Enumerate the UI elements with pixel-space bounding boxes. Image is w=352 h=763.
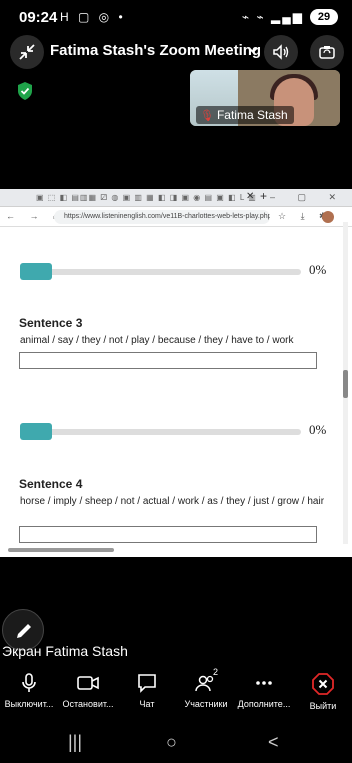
slider-thumb[interactable] [20, 263, 52, 280]
progress-percent-mid: 0% [309, 422, 327, 437]
system-nav-bar: ||| ○ < [0, 724, 352, 763]
home-icon[interactable]: ○ [166, 732, 177, 753]
status-bar: 09:24 H ▢ ◎ • ⌁ ⌁ ▂▄▆ 29 [0, 0, 352, 34]
more-dots-icon [256, 681, 272, 685]
camera-switch-icon [319, 46, 335, 59]
progress-percent-top: 0% [309, 262, 327, 277]
progress-slider-mid[interactable] [20, 423, 301, 440]
signal-icons: ⌁ ⌁ ▂▄▆ [241, 10, 304, 24]
horizontal-scrollbar[interactable] [8, 548, 114, 552]
sentence-3-title: Sentence 3 [19, 316, 83, 330]
notification-icons: H ▢ ◎ • [60, 10, 126, 24]
browser-tab-bar: ▣ ⬚ ◧ ▤▥▦ ⚂ ◍ ▣ ▥ ▦ ◧ ◨ ▣ ◉ ▤ ▣ ◧ L ▥ ✕ … [0, 189, 352, 207]
meeting-toolbar: Выключит... Остановит... Чат 2 Участники… [0, 667, 352, 714]
chat-bubble-icon [138, 674, 156, 693]
shared-screen: ▣ ⬚ ◧ ▤▥▦ ⚂ ◍ ▣ ▥ ▦ ◧ ◨ ▣ ◉ ▤ ▣ ◧ L ▥ ✕ … [0, 189, 352, 557]
sentence-3-input[interactable] [19, 352, 317, 369]
participants-count: 2 [213, 667, 219, 677]
sentence-3-words: animal / say / they / not / play / becau… [20, 335, 294, 346]
speaker-button[interactable] [264, 35, 298, 69]
progress-slider-top[interactable] [20, 263, 301, 280]
address-bar: ← → ⌂ https://www.listeninenglish.com/ve… [0, 207, 352, 227]
leave-label: Выйти [309, 701, 337, 711]
status-time: 09:24 [19, 9, 58, 26]
pencil-icon [17, 624, 31, 638]
close-tab-icon[interactable]: ✕ [246, 191, 254, 202]
participant-name-tag: 🎙 Fatima Stash [196, 106, 294, 124]
profile-avatar[interactable] [322, 211, 334, 223]
back-icon[interactable]: < [268, 732, 279, 753]
sentence-4-input[interactable] [19, 526, 317, 543]
window-controls[interactable]: – ▢ ✕ [270, 192, 346, 203]
minimize-meeting-button[interactable] [10, 35, 44, 69]
switch-camera-button[interactable] [310, 35, 344, 69]
vertical-scrollbar[interactable] [343, 222, 348, 544]
pinned-tabs[interactable]: ▣ ⬚ ◧ ▤▥▦ ⚂ ◍ ▣ ▥ ▦ ◧ ◨ ▣ ◉ ▤ ▣ ◧ L ▥ [36, 193, 257, 202]
leave-icon [312, 673, 334, 695]
scrollbar-thumb[interactable] [343, 370, 348, 398]
new-tab-icon[interactable]: + [260, 189, 267, 203]
muted-mic-icon: 🎙 [200, 110, 214, 122]
collapse-arrows-icon [19, 44, 35, 60]
sentence-4-title: Sentence 4 [19, 477, 83, 491]
microphone-icon [22, 673, 36, 692]
leave-button[interactable]: Выйти [288, 668, 352, 712]
url-field[interactable]: https://www.listeninenglish.com/ve11B-ch… [54, 210, 270, 224]
sentence-4-words: horse / imply / sheep / not / actual / w… [20, 496, 325, 507]
battery-icon: 29 [310, 9, 338, 25]
video-camera-icon [77, 676, 99, 690]
encryption-shield-icon[interactable] [16, 81, 34, 101]
screen-share-label: Экран Fatima Stash [2, 643, 128, 659]
participant-name: Fatima Stash [216, 108, 288, 122]
slider-thumb[interactable] [20, 423, 52, 440]
speaker-icon [273, 44, 289, 60]
recent-apps-icon[interactable]: ||| [68, 732, 82, 753]
chevron-down-icon[interactable] [248, 46, 258, 54]
meeting-title[interactable]: Fatima Stash's Zoom Meeting [50, 42, 261, 59]
exercise-page: 0% Sentence 3 animal / say / they / not … [0, 227, 352, 557]
